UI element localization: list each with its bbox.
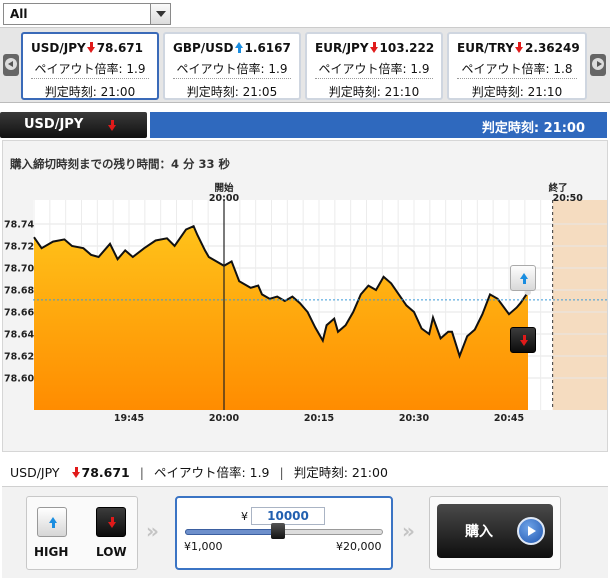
amount-input[interactable]: 10000 [251,507,325,525]
ticker-pair: GBP/USD [173,41,234,55]
amount-slider-thumb[interactable] [271,523,285,539]
scroll-left-button[interactable] [3,54,19,76]
market-select-value: All [10,7,28,21]
divider [173,78,291,79]
high-button[interactable] [37,507,67,537]
arrow-up-icon [520,273,529,284]
ticker-card-gbpusd[interactable]: GBP/USD 1.6167 ペイアウト倍率: 1.9 判定時刻: 21:05 [163,32,301,100]
y-tick-label: 78.62 [4,352,34,363]
ticker-card-eurjpy[interactable]: EUR/JPY 103.222 ペイアウト倍率: 1.9 判定時刻: 21:10 [305,32,443,100]
separator: | [139,465,144,480]
y-tick-label: 78.70 [4,264,34,275]
divider [457,78,577,79]
ticker-pair: EUR/TRY [457,41,515,55]
low-button[interactable] [96,507,126,537]
ticker-payout: ペイアウト倍率: 1.8 [461,62,573,76]
y-tick-label: 78.72 [4,242,34,253]
buy-button[interactable]: 購入 [437,504,553,558]
ticker-pair: USD/JPY [31,41,86,55]
amount-slider-fill [185,529,278,535]
ticker-card-usdjpy[interactable]: USD/JPY 78.671 ペイアウト倍率: 1.9 判定時刻: 21:00 [21,32,159,100]
arrow-up-icon [49,517,58,528]
chevrons-right-icon: » [146,519,159,543]
arrow-up-icon [234,42,244,53]
x-tick-label: 20:45 [494,413,524,424]
arrow-down-icon [520,335,529,346]
arrow-down-icon [369,42,379,53]
x-tick-label: 20:30 [399,413,430,424]
arrow-down-icon [86,42,96,53]
ticker-strip: USD/JPY 78.671 ペイアウト倍率: 1.9 判定時刻: 21:00 G… [0,27,610,103]
info-payout: ペイアウト倍率: 1.9 [153,465,270,480]
ticker-rate: 1.6167 [244,41,291,55]
price-chart: 開始20:00終了20:50 78.7478.7278.7078.6878.66… [4,182,607,424]
x-tick-label: 20:00 [209,413,240,424]
play-icon [517,517,545,545]
y-tick-label: 78.74 [4,220,34,231]
ticker-judge-time: 判定時刻: 21:00 [44,85,136,99]
ticker-rate: 78.671 [96,41,143,55]
info-rate: 78.671 [81,465,130,480]
info-line: USD/JPY 78.671 | ペイアウト倍率: 1.9 | 判定時刻: 21… [10,462,388,481]
chevron-down-icon[interactable] [150,4,170,24]
info-pair: USD/JPY [10,465,60,480]
ticker-pair: EUR/JPY [315,41,369,55]
y-tick-label: 78.68 [4,286,34,297]
chart-high-button[interactable] [510,265,536,291]
judge-time-label: 判定時刻: 21:00 [481,121,585,136]
slider-max-label: ¥20,000 [336,540,382,553]
start-marker-time: 20:00 [209,193,240,204]
divider [31,78,149,79]
arrow-down-icon [515,42,524,53]
divider [315,78,433,79]
remaining-time: 購入締切時刻までの残り時間：4 分 33 秒 [10,157,231,171]
slider-min-label: ¥1,000 [184,540,223,553]
end-marker-time: 20:50 [553,193,584,204]
x-tick-label: 20:15 [304,413,334,424]
chevrons-right-icon: » [402,519,415,543]
high-label: HIGH [34,545,69,559]
judge-time-bar: 判定時刻: 21:00 [150,112,607,138]
arrow-down-icon [108,120,117,131]
separator: | [279,465,284,480]
ticker-rate: 2.36249 [525,41,580,55]
ticker-judge-time: 判定時刻: 21:05 [186,85,278,99]
arrow-down-icon [71,467,81,478]
selected-pair-label: USD/JPY [24,117,84,132]
info-judge-time: 判定時刻: 21:00 [293,465,388,480]
market-select[interactable]: All [3,3,171,25]
low-label: LOW [96,545,127,559]
selected-pair-bar[interactable]: USD/JPY [0,112,147,138]
chart-low-button[interactable] [510,327,536,353]
ticker-payout: ペイアウト倍率: 1.9 [34,62,146,76]
currency-symbol: ¥ [241,510,248,523]
chevron-right-icon [592,58,604,70]
y-tick-label: 78.64 [4,330,34,341]
ticker-payout: ペイアウト倍率: 1.9 [318,62,430,76]
y-tick-label: 78.66 [4,308,34,319]
ticker-rate: 103.222 [379,41,435,55]
ticker-card-eurtry[interactable]: EUR/TRY 2.36249 ペイアウト倍率: 1.8 判定時刻: 21:10 [447,32,587,100]
buy-label: 購入 [465,524,493,540]
scroll-right-button[interactable] [590,54,606,76]
ticker-judge-time: 判定時刻: 21:10 [471,85,563,99]
chevron-left-icon [5,58,17,70]
ticker-payout: ペイアウト倍率: 1.9 [176,62,288,76]
arrow-down-icon [108,517,117,528]
y-tick-label: 78.60 [4,374,34,385]
ticker-judge-time: 判定時刻: 21:10 [328,85,420,99]
x-tick-label: 19:45 [114,413,144,424]
